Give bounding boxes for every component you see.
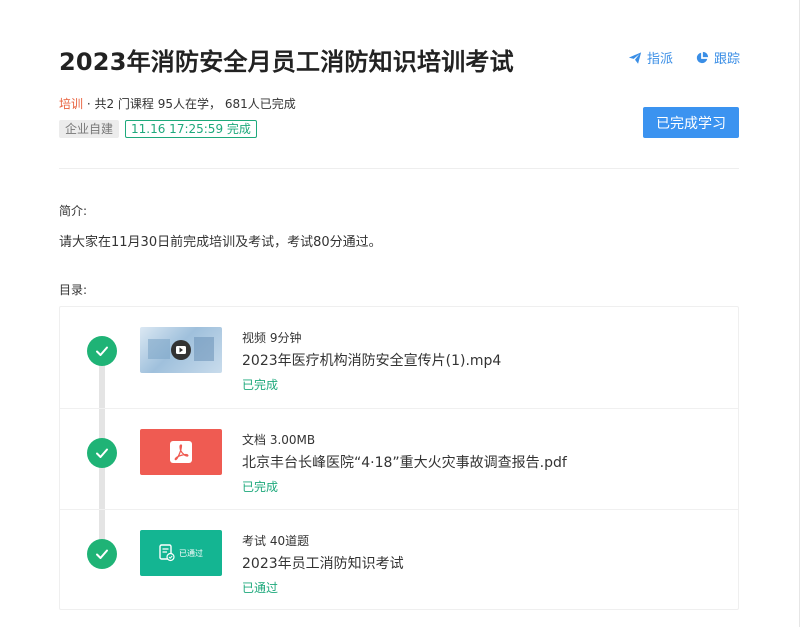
completed-check-icon xyxy=(87,539,117,569)
pdf-thumbnail[interactable] xyxy=(140,429,222,475)
catalog-item-exam[interactable]: 已通过 考试 40道题 2023年员工消防知识考试 已通过 xyxy=(60,509,738,610)
item-status: 已完成 xyxy=(242,378,279,392)
assign-label: 指派 xyxy=(646,52,673,67)
item-name[interactable]: 北京丰台长峰医院“4·18”重大火灾事故调查报告.pdf xyxy=(242,452,567,472)
pie-chart-icon xyxy=(696,51,709,63)
divider xyxy=(59,168,739,169)
send-icon xyxy=(628,51,642,64)
header-actions: 指派 跟踪 xyxy=(628,48,740,67)
track-label: 跟踪 xyxy=(713,52,740,67)
course-meta: 培训 · 共2 门课程 95人在学， 681人已完成 xyxy=(59,95,296,112)
assign-button[interactable]: 指派 xyxy=(628,48,673,67)
completed-tag: 11.16 17:25:59 完成 xyxy=(125,120,257,138)
completed-study-button[interactable]: 已完成学习 xyxy=(643,107,739,138)
item-name[interactable]: 2023年医疗机构消防安全宣传片(1).mp4 xyxy=(242,350,501,370)
video-thumbnail[interactable] xyxy=(140,327,222,373)
exam-thumbnail[interactable]: 已通过 xyxy=(140,530,222,576)
track-button[interactable]: 跟踪 xyxy=(695,48,740,67)
exam-thumb-label: 已通过 xyxy=(179,548,203,558)
item-type: 视频 9分钟 xyxy=(242,331,302,345)
item-type: 考试 40道题 xyxy=(242,534,310,548)
category-link[interactable]: 培训 xyxy=(59,97,83,111)
catalog-item-video[interactable]: 视频 9分钟 2023年医疗机构消防安全宣传片(1).mp4 已完成 xyxy=(60,307,738,408)
item-name[interactable]: 2023年员工消防知识考试 xyxy=(242,553,404,573)
item-status: 已通过 xyxy=(242,581,279,595)
course-summary: · 共2 门课程 95人在学， 681人已完成 xyxy=(86,97,296,111)
item-info: 考试 40道题 2023年员工消防知识考试 已通过 xyxy=(242,532,404,596)
item-status: 已完成 xyxy=(242,480,279,494)
catalog-label: 目录: xyxy=(59,283,88,297)
catalog-list: 视频 9分钟 2023年医疗机构消防安全宣传片(1).mp4 已完成 文档 3.… xyxy=(59,306,739,610)
tag-row: 企业自建 11.16 17:25:59 完成 xyxy=(59,120,257,138)
page-title: 2023年消防安全月员工消防知识培训考试 xyxy=(59,48,514,76)
item-type: 文档 3.00MB xyxy=(242,433,316,447)
exam-paper-icon xyxy=(159,544,175,562)
item-info: 视频 9分钟 2023年医疗机构消防安全宣传片(1).mp4 已完成 xyxy=(242,329,501,393)
source-tag: 企业自建 xyxy=(59,120,120,138)
intro-label: 简介: xyxy=(59,204,88,218)
pdf-icon xyxy=(170,441,192,463)
catalog-item-document[interactable]: 文档 3.00MB 北京丰台长峰医院“4·18”重大火灾事故调查报告.pdf 已… xyxy=(60,408,738,509)
intro-text: 请大家在11月30日前完成培训及考试，考试80分通过。 xyxy=(59,235,382,250)
item-info: 文档 3.00MB 北京丰台长峰医院“4·18”重大火灾事故调查报告.pdf 已… xyxy=(242,431,567,495)
video-thumbnail-art xyxy=(148,337,214,361)
completed-check-icon xyxy=(87,336,117,366)
completed-check-icon xyxy=(87,438,117,468)
